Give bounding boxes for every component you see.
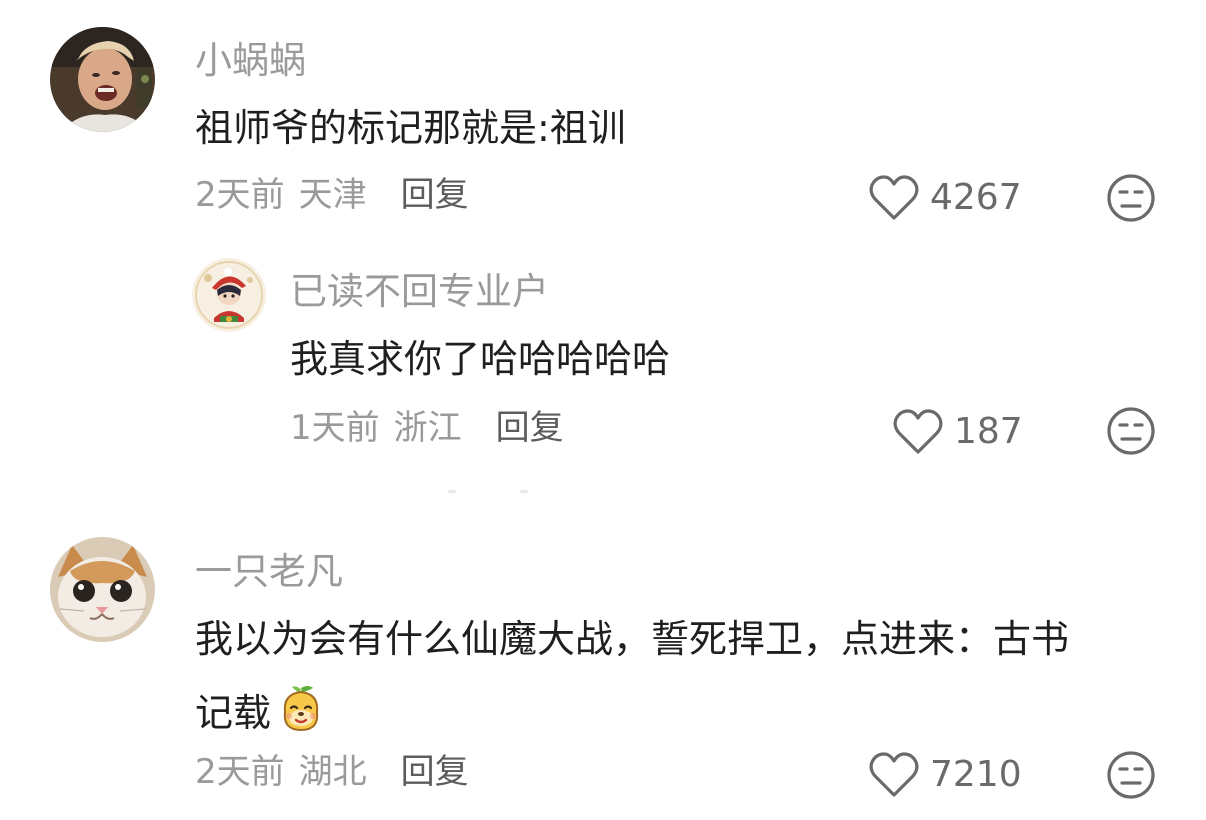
avatar[interactable] xyxy=(50,27,155,132)
comment-time: 2天前 xyxy=(195,752,285,792)
reply-button[interactable]: 回复 xyxy=(401,178,469,212)
like-count: 4267 xyxy=(930,177,1022,218)
comment-location: 天津 xyxy=(298,175,367,215)
reply-text: 我真求你了哈哈哈哈哈 xyxy=(290,337,671,381)
comment-text: 我以为会有什么仙魔大战，誓死捍卫，点进来：古书 记载 xyxy=(195,606,1069,746)
reply-time: 1天前 xyxy=(290,408,380,448)
reply-button[interactable]: 回复 xyxy=(401,755,469,789)
comment-text-segment: 记载 xyxy=(195,691,272,735)
comment-username[interactable]: 小蜗蜗 xyxy=(195,42,306,79)
unamused-face-icon xyxy=(1105,749,1157,801)
avatar[interactable] xyxy=(192,258,266,332)
avatar[interactable] xyxy=(50,537,155,642)
heart-outline-icon xyxy=(868,751,930,799)
reply-button[interactable]: 回复 xyxy=(496,411,564,445)
reply-meta: 1天前 浙江 回复 xyxy=(290,411,564,445)
smirk-pear-emoji xyxy=(275,682,327,734)
like-button[interactable]: 4267 xyxy=(868,174,1022,222)
comment-username[interactable]: 一只老凡 xyxy=(195,553,343,590)
comment-meta: 2天前 湖北 回复 xyxy=(195,755,469,789)
like-button[interactable]: 187 xyxy=(892,408,1023,456)
reply-location: 浙江 xyxy=(393,408,462,448)
heart-outline-icon xyxy=(892,408,954,456)
comment-text: 祖师爷的标记那就是:祖训 xyxy=(195,106,626,150)
comment-time: 2天前 xyxy=(195,175,285,215)
comment-list: 小蜗蜗 祖师爷的标记那就是:祖训 2天前 天津 回复 4267 已读不回专业户 … xyxy=(0,0,1206,820)
comment-meta: 2天前 天津 回复 xyxy=(195,178,469,212)
divider xyxy=(520,490,528,493)
heart-outline-icon xyxy=(868,174,930,222)
comment-location: 湖北 xyxy=(298,752,367,792)
unamused-face-icon xyxy=(1105,172,1157,224)
like-count: 7210 xyxy=(930,754,1022,795)
dislike-button[interactable] xyxy=(1105,172,1157,224)
dislike-button[interactable] xyxy=(1105,405,1157,457)
comment-text-line: 记载 xyxy=(195,680,1069,746)
divider xyxy=(448,490,456,493)
dislike-button[interactable] xyxy=(1105,749,1157,801)
comment-text-line: 我以为会有什么仙魔大战，誓死捍卫，点进来：古书 xyxy=(195,617,1070,661)
unamused-face-icon xyxy=(1105,405,1157,457)
like-button[interactable]: 7210 xyxy=(868,751,1022,799)
like-count: 187 xyxy=(954,411,1023,452)
reply-username[interactable]: 已读不回专业户 xyxy=(290,273,549,310)
